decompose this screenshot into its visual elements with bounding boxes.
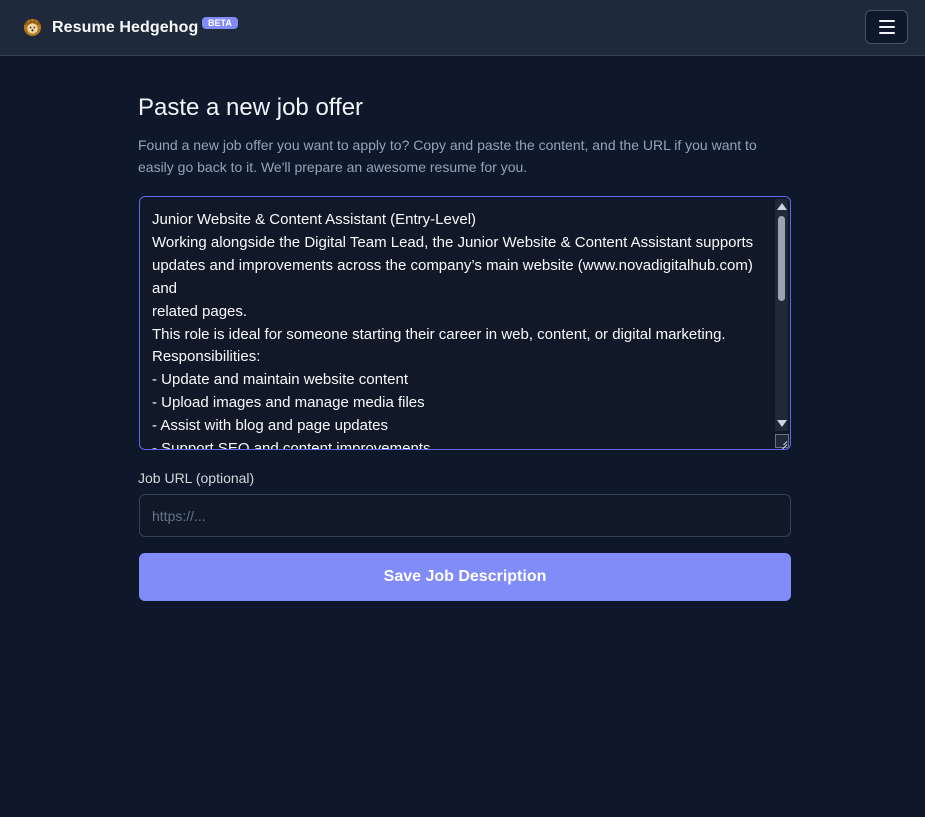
textarea-scrollbar[interactable] xyxy=(775,199,788,431)
save-job-description-button[interactable]: Save Job Description xyxy=(139,553,791,601)
job-url-label: Job URL (optional) xyxy=(138,470,255,486)
hedgehog-icon xyxy=(23,18,42,36)
hamburger-menu-icon xyxy=(878,20,895,34)
job-url-input[interactable] xyxy=(139,494,791,537)
scrollbar-thumb[interactable] xyxy=(778,216,785,301)
page-description: Found a new job offer you want to apply … xyxy=(138,137,757,175)
app-name: Resume Hedgehog xyxy=(52,19,199,36)
beta-badge: BETA xyxy=(202,17,238,29)
brand-link[interactable]: Resume Hedgehog xyxy=(23,16,198,38)
resize-handle-icon[interactable] xyxy=(775,434,789,448)
scroll-down-arrow-icon[interactable] xyxy=(777,420,787,427)
menu-toggle-button[interactable] xyxy=(865,10,908,44)
job-description-text: Junior Website & Content Assistant (Entr… xyxy=(152,211,754,450)
scroll-up-arrow-icon[interactable] xyxy=(777,203,787,210)
top-navbar: Resume Hedgehog BETA xyxy=(0,0,925,56)
page-title: Paste a new job offer xyxy=(138,94,364,121)
job-description-textarea[interactable]: Junior Website & Content Assistant (Entr… xyxy=(139,196,791,450)
